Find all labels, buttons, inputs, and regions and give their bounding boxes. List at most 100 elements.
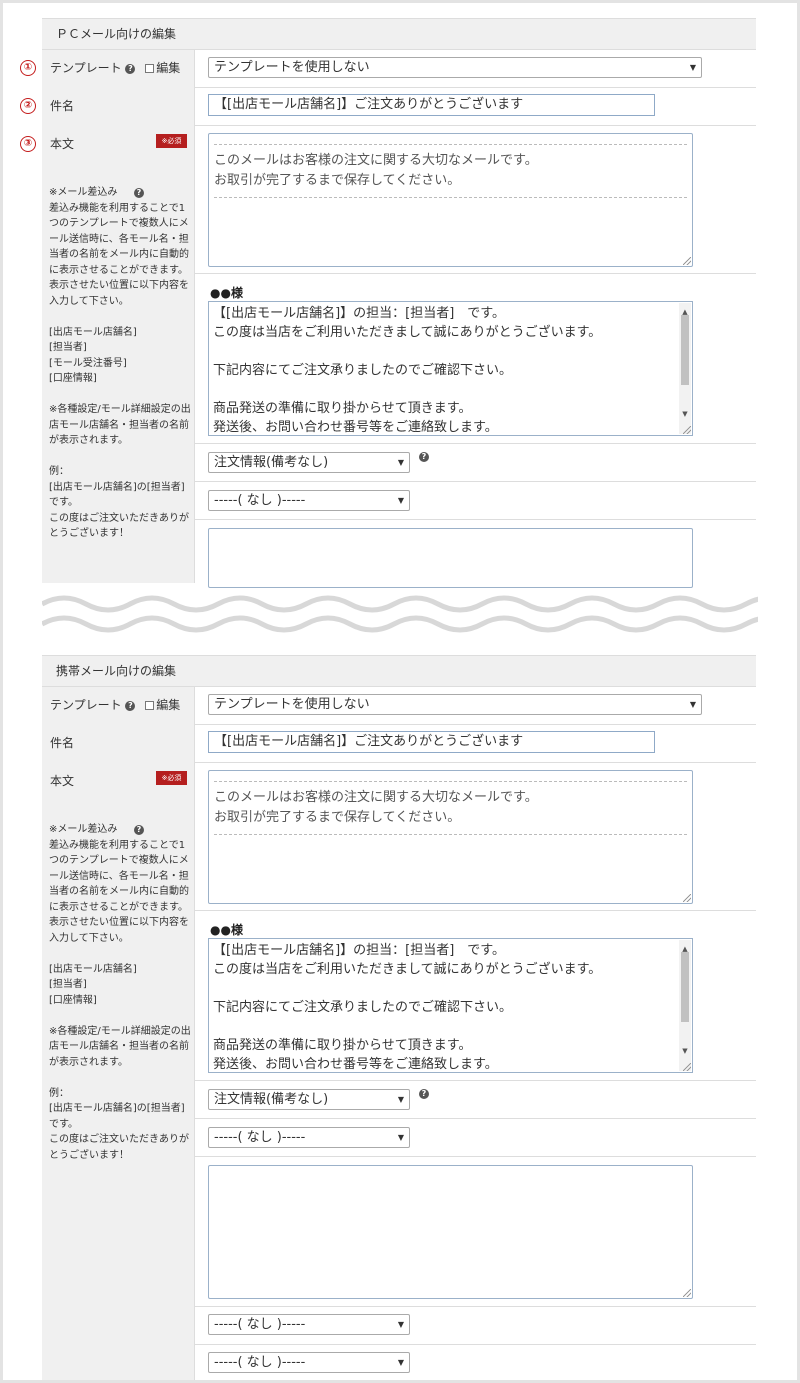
row-divider: [195, 273, 756, 274]
edit-checkbox[interactable]: [145, 64, 155, 73]
body-line: 商品発送の準備に取り掛からせて頂きます。: [213, 1038, 472, 1053]
question-circle-icon[interactable]: ?: [134, 188, 144, 198]
body-line: 発送後、お問い合わせ番号等をご連絡致します。: [213, 1057, 498, 1072]
order-info-select[interactable]: 注文情報(備考なし) ▼: [208, 452, 410, 473]
row-divider: [195, 762, 756, 763]
customer-name-label: ●●様: [210, 923, 243, 937]
header-text-line: お取引が完了するまで保存してください。: [214, 173, 461, 188]
scrollbar[interactable]: ▲ ▼: [679, 303, 691, 434]
row-divider: [195, 1156, 756, 1157]
panel-title: ＰＣメール向けの編集: [42, 18, 756, 50]
row-divider: [195, 519, 756, 520]
footer-textarea[interactable]: [208, 528, 693, 588]
template-select[interactable]: テンプレートを使用しない ▼: [208, 57, 702, 78]
body-line: 発送後、お問い合わせ番号等をご連絡致します。: [213, 420, 498, 435]
body-line: [213, 1017, 688, 1036]
row-divider: [195, 443, 756, 444]
dashed-separator: [214, 197, 687, 198]
caret-down-icon: ▼: [397, 458, 404, 467]
question-circle-icon[interactable]: ?: [125, 701, 136, 711]
edit-label: 編集: [156, 61, 181, 75]
template-select-value: テンプレートを使用しない: [214, 60, 370, 75]
order-info-select[interactable]: 注文情報(備考なし) ▼: [208, 1089, 410, 1110]
caret-down-icon: ▼: [397, 496, 404, 505]
required-badge: ※必須: [156, 771, 187, 785]
insert-select-value: -----( なし )-----: [214, 1130, 306, 1145]
body-line: [213, 380, 688, 399]
edit-checkbox[interactable]: [145, 701, 155, 710]
body-textarea[interactable]: 【[出店モール店舗名]】の担当：[担当者] です。 この度は当店をご利用いただき…: [208, 301, 693, 436]
body-line: 下記内容にてご注文承りましたのでご確認下さい。: [213, 1000, 513, 1015]
dashed-separator: [214, 834, 687, 835]
body-line: 下記内容にてご注文承りましたのでご確認下さい。: [213, 363, 513, 378]
subject-input[interactable]: 【[出店モール店舗名]】ご注文ありがとうございます: [208, 94, 655, 116]
body-line: 商品発送の準備に取り掛からせて頂きます。: [213, 401, 472, 416]
template-select-value: テンプレートを使用しない: [214, 697, 370, 712]
edit-label: 編集: [156, 698, 181, 712]
row-divider: [195, 1118, 756, 1119]
body-line: [213, 342, 688, 361]
scroll-down-icon[interactable]: ▼: [679, 405, 691, 424]
caret-down-icon: ▼: [397, 1095, 404, 1104]
caret-down-icon: ▼: [689, 700, 696, 709]
header-textarea[interactable]: このメールはお客様の注文に関する大切なメールです。 お取引が完了するまで保存して…: [208, 770, 693, 904]
scroll-down-icon[interactable]: ▼: [679, 1042, 691, 1061]
header-textarea[interactable]: このメールはお客様の注文に関する大切なメールです。 お取引が完了するまで保存して…: [208, 133, 693, 267]
insert-select-value: -----( なし )-----: [214, 493, 306, 508]
resize-grip-icon[interactable]: [683, 894, 691, 902]
resize-grip-icon[interactable]: [683, 1289, 691, 1297]
row-divider: [195, 910, 756, 911]
footer-insert-select-2[interactable]: -----( なし )----- ▼: [208, 1352, 410, 1373]
body-line: [213, 979, 688, 998]
wave-divider: [42, 595, 758, 633]
merge-notes: ※メール差込み 差込み機能を利用することで1つのテンプレートで複数人にメール送信…: [49, 824, 191, 1161]
insert-select[interactable]: -----( なし )----- ▼: [208, 1127, 410, 1148]
subject-label: 件名: [50, 99, 75, 113]
required-badge: ※必須: [156, 134, 187, 148]
marker-2: ②: [20, 98, 36, 114]
body-line: 【[出店モール店舗名]】の担当：[担当者] です。: [213, 306, 505, 321]
customer-name-label: ●●様: [210, 286, 243, 300]
marker-3: ③: [20, 136, 36, 152]
body-label: 本文: [50, 137, 75, 151]
footer-insert-select[interactable]: -----( なし )----- ▼: [208, 1314, 410, 1335]
dashed-separator: [214, 781, 687, 782]
scrollbar-thumb[interactable]: [681, 952, 689, 1022]
body-label: 本文: [50, 774, 75, 788]
caret-down-icon: ▼: [397, 1358, 404, 1367]
row-divider: [195, 1080, 756, 1081]
footer-insert-select-value: -----( なし )-----: [214, 1355, 306, 1370]
body-textarea[interactable]: 【[出店モール店舗名]】の担当：[担当者] です。 この度は当店をご利用いただき…: [208, 938, 693, 1073]
header-text-line: このメールはお客様の注文に関する大切なメールです。: [214, 153, 538, 168]
body-line: この度は当店をご利用いただきまして誠にありがとうございます。: [213, 962, 602, 977]
caret-down-icon: ▼: [397, 1133, 404, 1142]
insert-select[interactable]: -----( なし )----- ▼: [208, 490, 410, 511]
scrollbar[interactable]: ▲ ▼: [679, 940, 691, 1071]
row-divider: [195, 87, 756, 88]
subject-input[interactable]: 【[出店モール店舗名]】ご注文ありがとうございます: [208, 731, 655, 753]
template-label: テンプレート: [50, 61, 122, 75]
question-circle-icon[interactable]: ?: [419, 1089, 429, 1099]
footer-insert-select-value: -----( なし )-----: [214, 1317, 306, 1332]
body-line: この度は当店をご利用いただきまして誠にありがとうございます。: [213, 325, 602, 340]
resize-grip-icon[interactable]: [683, 257, 691, 265]
caret-down-icon: ▼: [689, 63, 696, 72]
template-select[interactable]: テンプレートを使用しない ▼: [208, 694, 702, 715]
footer-textarea[interactable]: [208, 1165, 693, 1299]
row-divider: [195, 481, 756, 482]
row-divider: [195, 125, 756, 126]
resize-grip-icon[interactable]: [683, 426, 691, 434]
merge-notes: ※メール差込み 差込み機能を利用することで1つのテンプレートで複数人にメール送信…: [49, 187, 191, 539]
caret-down-icon: ▼: [397, 1320, 404, 1329]
order-info-select-value: 注文情報(備考なし): [214, 1092, 329, 1107]
template-label-group: テンプレート ? 編集: [50, 59, 180, 76]
dashed-separator: [214, 144, 687, 145]
scrollbar-thumb[interactable]: [681, 315, 689, 385]
row-divider: [195, 724, 756, 725]
subject-label: 件名: [50, 736, 75, 750]
question-circle-icon[interactable]: ?: [134, 825, 144, 835]
resize-grip-icon[interactable]: [683, 1063, 691, 1071]
question-circle-icon[interactable]: ?: [419, 452, 429, 462]
mobile-mail-panel: 携帯メール向けの編集 テンプレート ? 編集 テンプレートを使用しない ▼ 件名…: [42, 655, 756, 1380]
question-circle-icon[interactable]: ?: [125, 64, 136, 74]
